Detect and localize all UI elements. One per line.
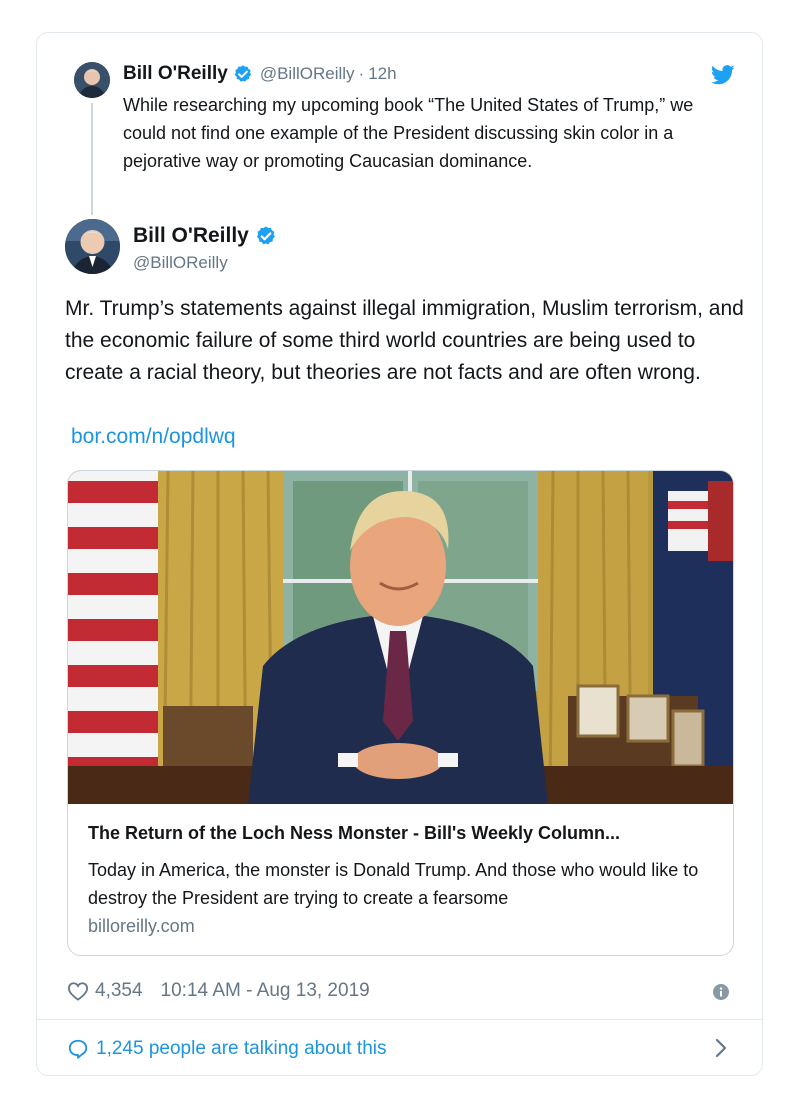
author-avatar[interactable]	[65, 219, 120, 274]
conversation-link[interactable]: 1,245 people are talking about this	[67, 1036, 387, 1062]
tweet-short-link[interactable]: bor.com/n/opdlwq	[71, 425, 236, 449]
talking-count-label[interactable]: 1,245 people are talking about this	[96, 1038, 387, 1060]
thread-connector-line	[91, 103, 93, 215]
tweet-text: Mr. Trump’s statements against illegal i…	[65, 297, 744, 384]
link-preview-title[interactable]: The Return of the Loch Ness Monster - Bi…	[88, 823, 718, 844]
author-handle[interactable]: @BillOReilly	[133, 253, 228, 273]
author-name[interactable]: Bill O'Reilly	[133, 224, 249, 248]
header-separator: ·	[358, 64, 365, 83]
verified-badge-icon	[233, 64, 253, 84]
link-preview-card[interactable]: The Return of the Loch Ness Monster - Bi…	[67, 470, 734, 956]
quoted-tweet-time[interactable]: 12h	[368, 64, 396, 84]
quoted-author-name[interactable]: Bill O'Reilly	[123, 63, 228, 85]
info-icon[interactable]	[713, 984, 729, 1000]
quoted-tweet-header: Bill O'Reilly @BillOReilly · 12h	[123, 63, 397, 85]
tweet-timestamp[interactable]: 10:14 AM - Aug 13, 2019	[161, 980, 370, 1002]
heart-icon[interactable]	[67, 981, 89, 1001]
verified-badge-icon	[255, 225, 277, 247]
chevron-right-icon[interactable]	[714, 1038, 728, 1058]
link-preview-description: Today in America, the monster is Donald …	[88, 860, 699, 908]
author-name-row: Bill O'Reilly	[133, 223, 277, 249]
like-count[interactable]: 4,354	[95, 980, 143, 1002]
tweet-meta-row: 4,354 10:14 AM - Aug 13, 2019	[67, 978, 370, 1004]
twitter-bird-icon[interactable]	[711, 65, 735, 85]
link-preview-domain: billoreilly.com	[88, 916, 195, 936]
link-preview-image	[68, 471, 733, 804]
quoted-tweet-text: While researching my upcoming book “The …	[123, 95, 694, 171]
footer-divider	[37, 1019, 762, 1020]
quoted-author-handle[interactable]: @BillOReilly	[260, 64, 355, 84]
quoted-author-avatar[interactable]	[74, 62, 110, 98]
speech-bubble-icon	[67, 1038, 89, 1060]
embedded-tweet-card: Bill O'Reilly @BillOReilly · 12h While r…	[36, 32, 763, 1076]
